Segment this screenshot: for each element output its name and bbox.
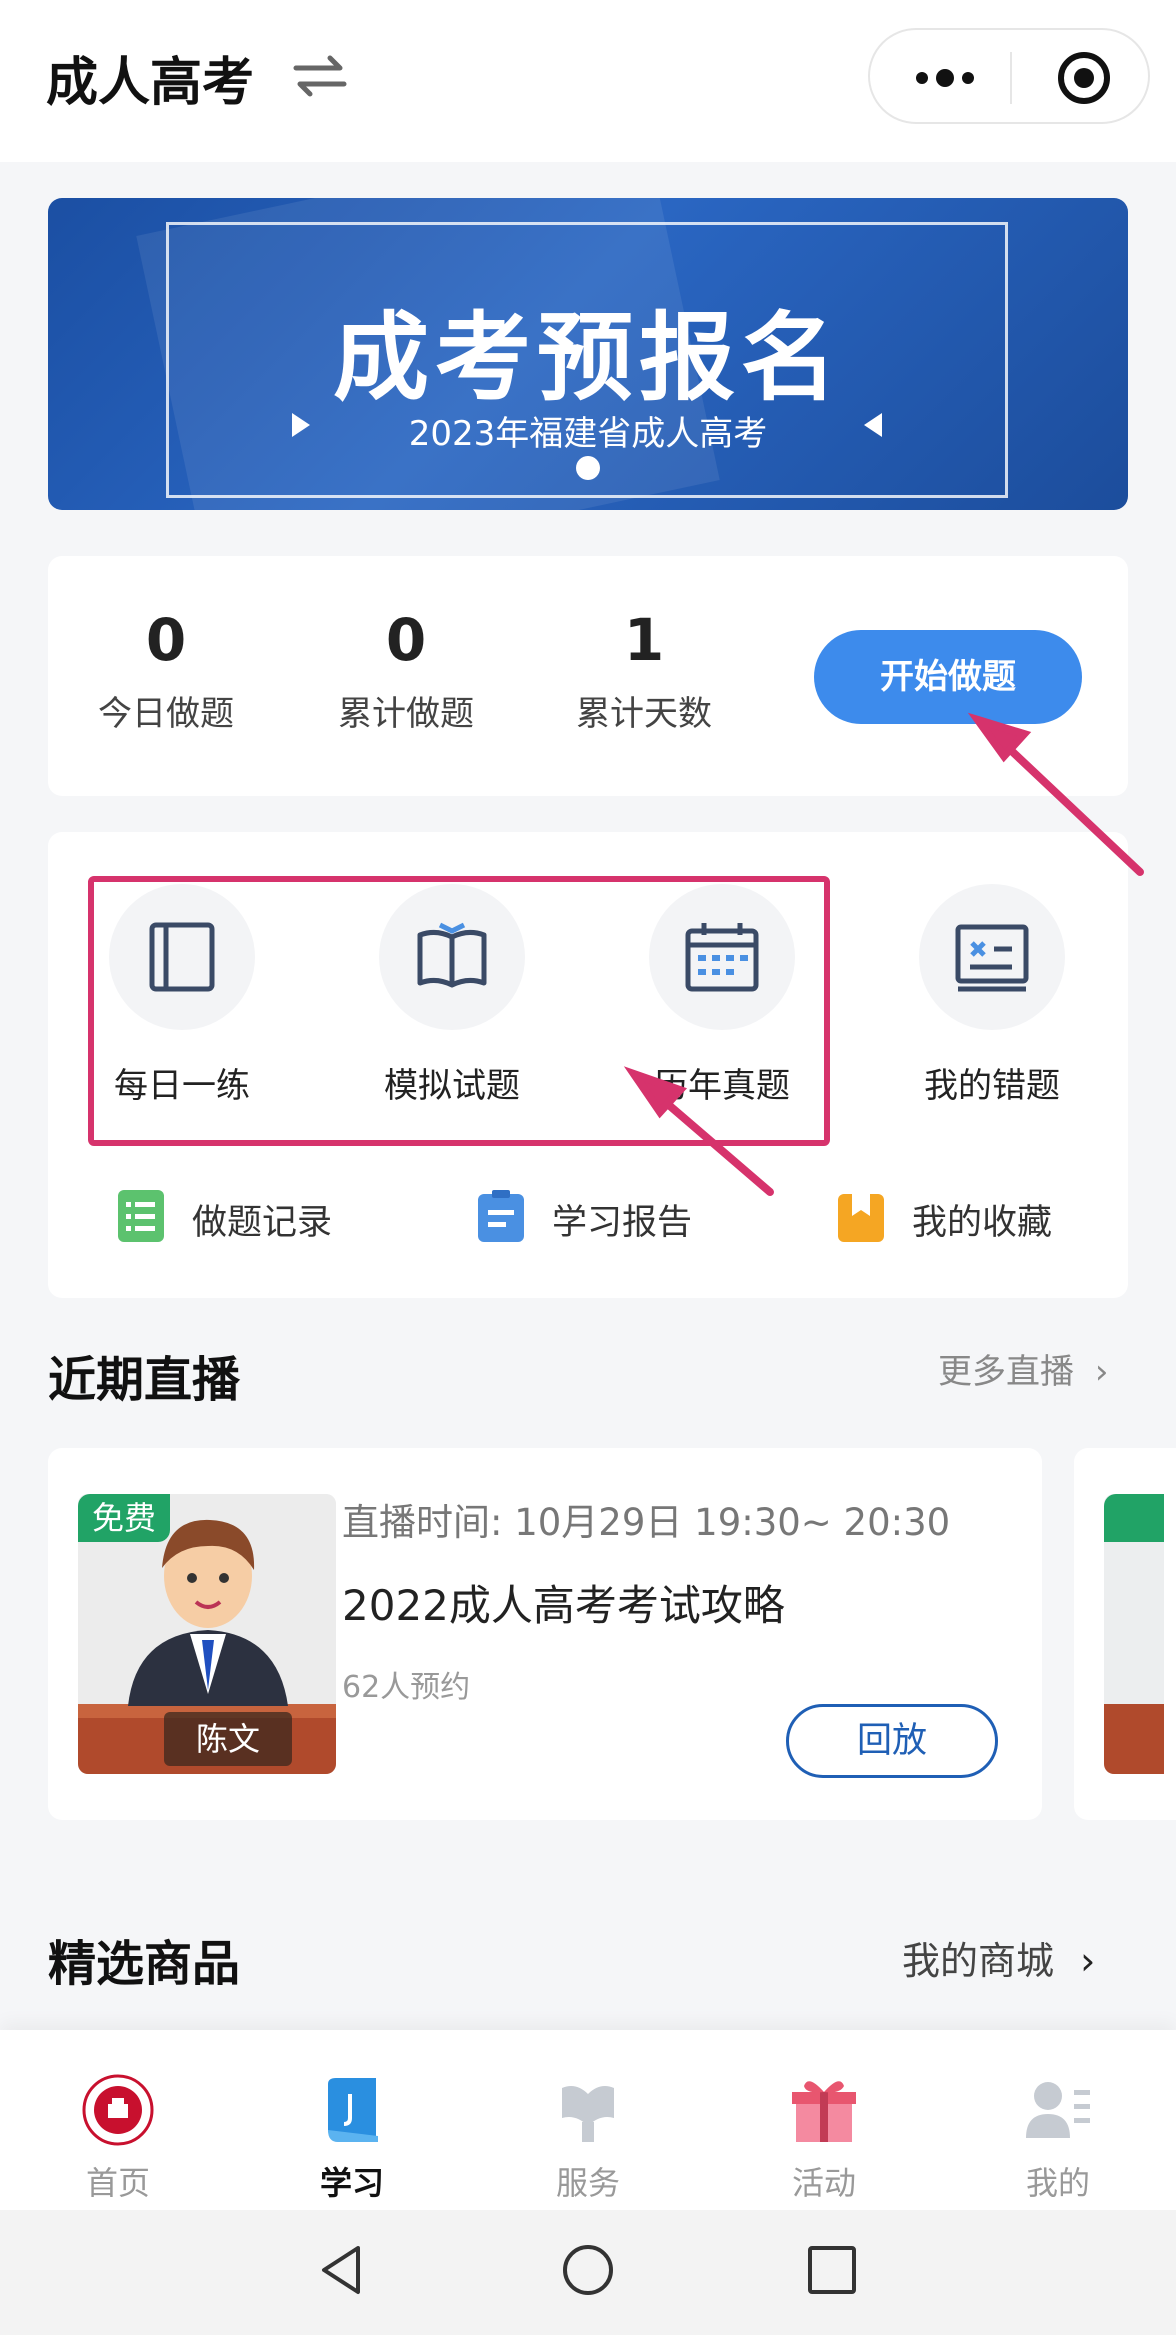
- products-section-title: 精选商品: [48, 1936, 241, 1992]
- home-circle-icon[interactable]: [558, 2240, 618, 2300]
- next-thumbnail: [1104, 1494, 1164, 1774]
- bottom-tab-bar: 首页 学习 服务 活动 我的: [0, 2030, 1176, 2210]
- tab-activity[interactable]: 活动: [764, 2074, 884, 2204]
- replay-button[interactable]: 回放: [786, 1704, 998, 1778]
- my-mall-link[interactable]: 我的商城 ›: [902, 1930, 1095, 1985]
- gift-icon: [792, 2081, 856, 2142]
- tab-label: 首页: [85, 2164, 150, 2202]
- system-nav-bar: [0, 2210, 1176, 2335]
- live-card-next[interactable]: [1074, 1448, 1176, 1820]
- live-title: 2022成人高考考试攻略: [342, 1581, 785, 1630]
- more-live-link[interactable]: 更多直播 ›: [938, 1344, 1108, 1393]
- profile-icon: [1026, 2082, 1090, 2138]
- recents-square-icon[interactable]: [802, 2240, 862, 2300]
- service-icon: [562, 2086, 614, 2142]
- tab-mine[interactable]: 我的: [998, 2074, 1118, 2204]
- live-section-title: 近期直播: [48, 1352, 241, 1408]
- teacher-name: 陈文: [164, 1712, 292, 1766]
- my-mall-label: 我的商城: [902, 1939, 1055, 1983]
- chevron-right-icon: ›: [1080, 1939, 1096, 1983]
- study-book-icon: [328, 2078, 378, 2142]
- more-live-label: 更多直播: [938, 1352, 1074, 1392]
- tab-label: 学习: [319, 2164, 384, 2202]
- free-badge: 免费: [78, 1494, 171, 1542]
- chevron-right-icon: ›: [1094, 1352, 1109, 1392]
- podium-partial: [1104, 1704, 1164, 1774]
- reservation-count: 62人预约: [342, 1670, 471, 1705]
- tab-label: 我的: [1025, 2164, 1090, 2202]
- tab-service[interactable]: 服务: [528, 2074, 648, 2204]
- back-icon[interactable]: [312, 2240, 372, 2300]
- school-logo-icon: [82, 2074, 154, 2146]
- live-card[interactable]: 免费 陈文 直播时间: 10月29日 19:30~ 20:30 2022成人高考…: [48, 1448, 1042, 1820]
- tab-label: 活动: [791, 2164, 856, 2202]
- teacher-thumbnail: 免费 陈文: [78, 1494, 336, 1774]
- tab-study[interactable]: 学习: [292, 2074, 412, 2204]
- tab-home[interactable]: 首页: [58, 2074, 178, 2204]
- live-time: 直播时间: 10月29日 19:30~ 20:30: [342, 1501, 951, 1544]
- tab-label: 服务: [555, 2164, 620, 2202]
- free-badge-partial: [1104, 1494, 1164, 1542]
